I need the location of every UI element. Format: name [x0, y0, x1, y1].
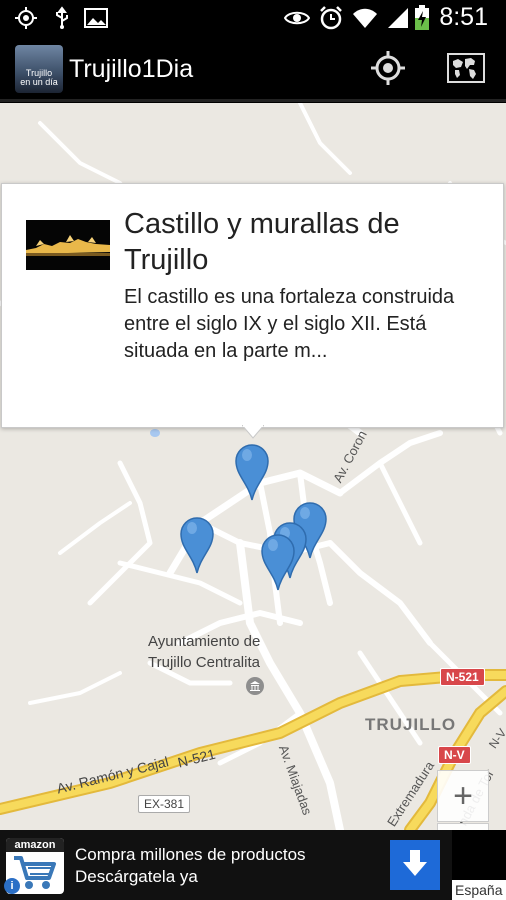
wifi-icon [352, 6, 378, 30]
poi-label-line2: Trujillo Centralita [148, 654, 260, 671]
zoom-out-button[interactable]: − [437, 823, 489, 830]
gps-icon [14, 6, 38, 30]
map-marker[interactable] [234, 443, 270, 501]
clock: 8:51 [439, 3, 488, 31]
zoom-in-button[interactable]: + [437, 770, 489, 822]
image-icon [84, 6, 108, 30]
download-button[interactable] [390, 840, 440, 890]
town-label: TRUJILLO [365, 715, 457, 734]
my-location-button[interactable] [366, 48, 410, 92]
info-window[interactable]: Castillo y murallas de Trujillo El casti… [1, 183, 504, 428]
action-bar: Trujillo en un día Trujillo1Dia [0, 36, 506, 102]
map-credit: España [452, 880, 506, 900]
map-type-button[interactable] [444, 48, 488, 92]
app-logo[interactable]: Trujillo en un día [15, 45, 63, 93]
road-shield-nv: N-V [438, 746, 471, 764]
logo-text-line2: en un día [20, 77, 58, 87]
info-window-pointer [242, 425, 264, 439]
ad-line1: Compra millones de productos [75, 845, 306, 864]
ad-line2: Descárgatela ya [75, 867, 198, 886]
ad-banner[interactable]: amazon i Compra millones de productos De… [0, 830, 452, 900]
battery-charging-icon [414, 5, 430, 30]
map-marker[interactable] [179, 516, 215, 574]
map-marker[interactable] [260, 533, 296, 591]
road-shield-n521: N-521 [440, 668, 485, 686]
my-location-icon [370, 50, 406, 91]
app-title: Trujillo1Dia [69, 55, 194, 83]
world-map-icon [447, 52, 485, 88]
download-arrow-icon [402, 848, 428, 883]
eye-icon [284, 6, 310, 30]
ad-brand: amazon [6, 838, 64, 852]
info-window-description: El castillo es una fortaleza construida … [124, 286, 455, 362]
town-hall-icon [246, 677, 264, 695]
signal-icon [386, 6, 410, 30]
ad-info-icon[interactable]: i [4, 878, 20, 894]
road-shield-ex381: EX-381 [138, 795, 191, 813]
info-window-title: Castillo y murallas de Trujillo [124, 208, 400, 276]
poi-label-line1: Ayuntamiento de [148, 633, 261, 650]
usb-icon [52, 6, 72, 30]
status-bar: 8:51 [0, 0, 506, 36]
alarm-icon [318, 6, 344, 30]
castle-thumbnail [26, 220, 110, 270]
map-view[interactable]: Ayuntamiento de Trujillo Centralita TRUJ… [0, 103, 506, 830]
